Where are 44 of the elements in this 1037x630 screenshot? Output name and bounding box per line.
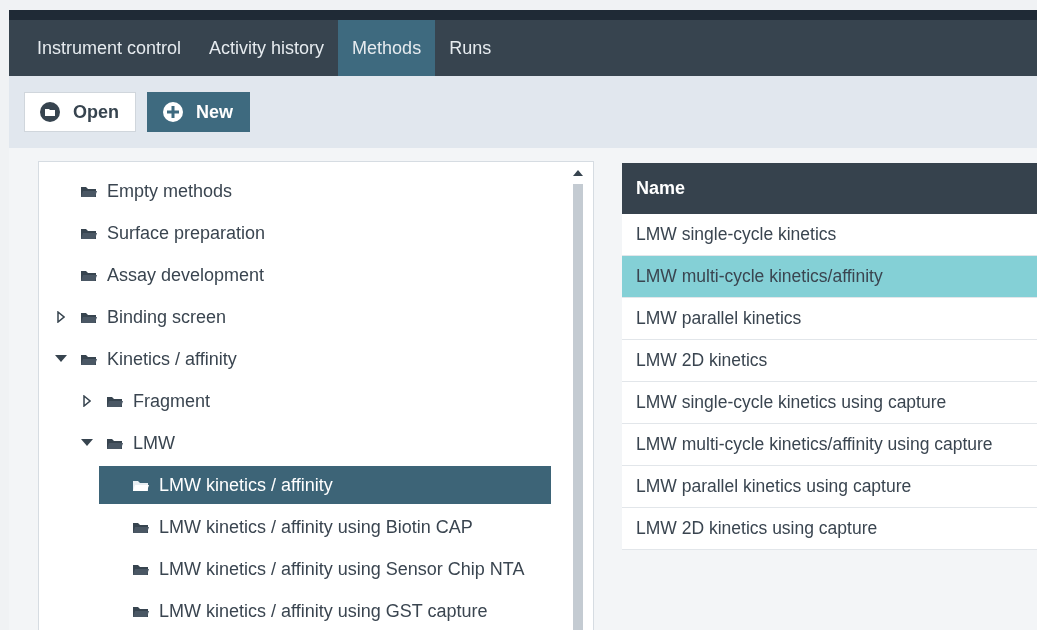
- folder-icon: [132, 520, 149, 534]
- nav-tab[interactable]: Instrument control: [23, 20, 196, 76]
- table-row[interactable]: LMW 2D kinetics: [622, 340, 1037, 382]
- folder-icon: [80, 352, 97, 366]
- folder-icon: [132, 478, 149, 492]
- tree-item[interactable]: LMW kinetics / affinity using Biotin CAP: [99, 508, 551, 546]
- tree-item[interactable]: LMW: [101, 424, 551, 462]
- folder-icon: [80, 226, 97, 240]
- folder-icon: [80, 184, 97, 198]
- table-row[interactable]: LMW parallel kinetics: [622, 298, 1037, 340]
- folder-icon: [132, 604, 149, 618]
- folder-icon: [106, 436, 123, 450]
- tree-item[interactable]: LMW kinetics / affinity: [99, 466, 551, 504]
- tree-item[interactable]: Kinetics / affinity: [75, 340, 551, 378]
- plus-circle-icon: [162, 101, 184, 123]
- table-row[interactable]: LMW single-cycle kinetics using capture: [622, 382, 1037, 424]
- tree-item[interactable]: Binding screen: [75, 298, 551, 336]
- nav-tab[interactable]: Methods: [338, 20, 436, 76]
- folder-icon: [80, 268, 97, 282]
- open-button[interactable]: Open: [24, 92, 136, 132]
- column-header[interactable]: Name: [622, 163, 1037, 214]
- tree-item[interactable]: LMW kinetics / affinity using Sensor Chip NTA: [99, 550, 551, 588]
- table-row[interactable]: LMW single-cycle kinetics: [622, 214, 1037, 256]
- new-button[interactable]: New: [147, 92, 251, 132]
- collapse-arrow-icon[interactable]: [81, 439, 93, 447]
- table-row[interactable]: LMW 2D kinetics using capture: [622, 508, 1037, 550]
- folder-icon: [132, 562, 149, 576]
- tree-item[interactable]: Assay development: [75, 256, 551, 294]
- table-row[interactable]: LMW parallel kinetics using capture: [622, 466, 1037, 508]
- nav-tab[interactable]: Runs: [435, 20, 506, 76]
- scrollbar[interactable]: [571, 168, 585, 630]
- expand-arrow-icon[interactable]: [57, 311, 65, 323]
- tree-item[interactable]: Fragment: [101, 382, 551, 420]
- collapse-arrow-icon[interactable]: [55, 355, 67, 363]
- table-row[interactable]: LMW multi-cycle kinetics/affinity: [622, 256, 1037, 298]
- folder-icon: [80, 310, 97, 324]
- expand-arrow-icon[interactable]: [83, 395, 91, 407]
- table-row[interactable]: LMW multi-cycle kinetics/affinity using capture: [622, 424, 1037, 466]
- nav-tab[interactable]: Activity history: [195, 20, 339, 76]
- folder-circle-icon: [39, 101, 61, 123]
- tree-item[interactable]: Empty methods: [75, 172, 551, 210]
- tree-item[interactable]: Surface preparation: [75, 214, 551, 252]
- folder-icon: [106, 394, 123, 408]
- tree-item[interactable]: LMW kinetics / affinity using GST capture: [99, 592, 551, 630]
